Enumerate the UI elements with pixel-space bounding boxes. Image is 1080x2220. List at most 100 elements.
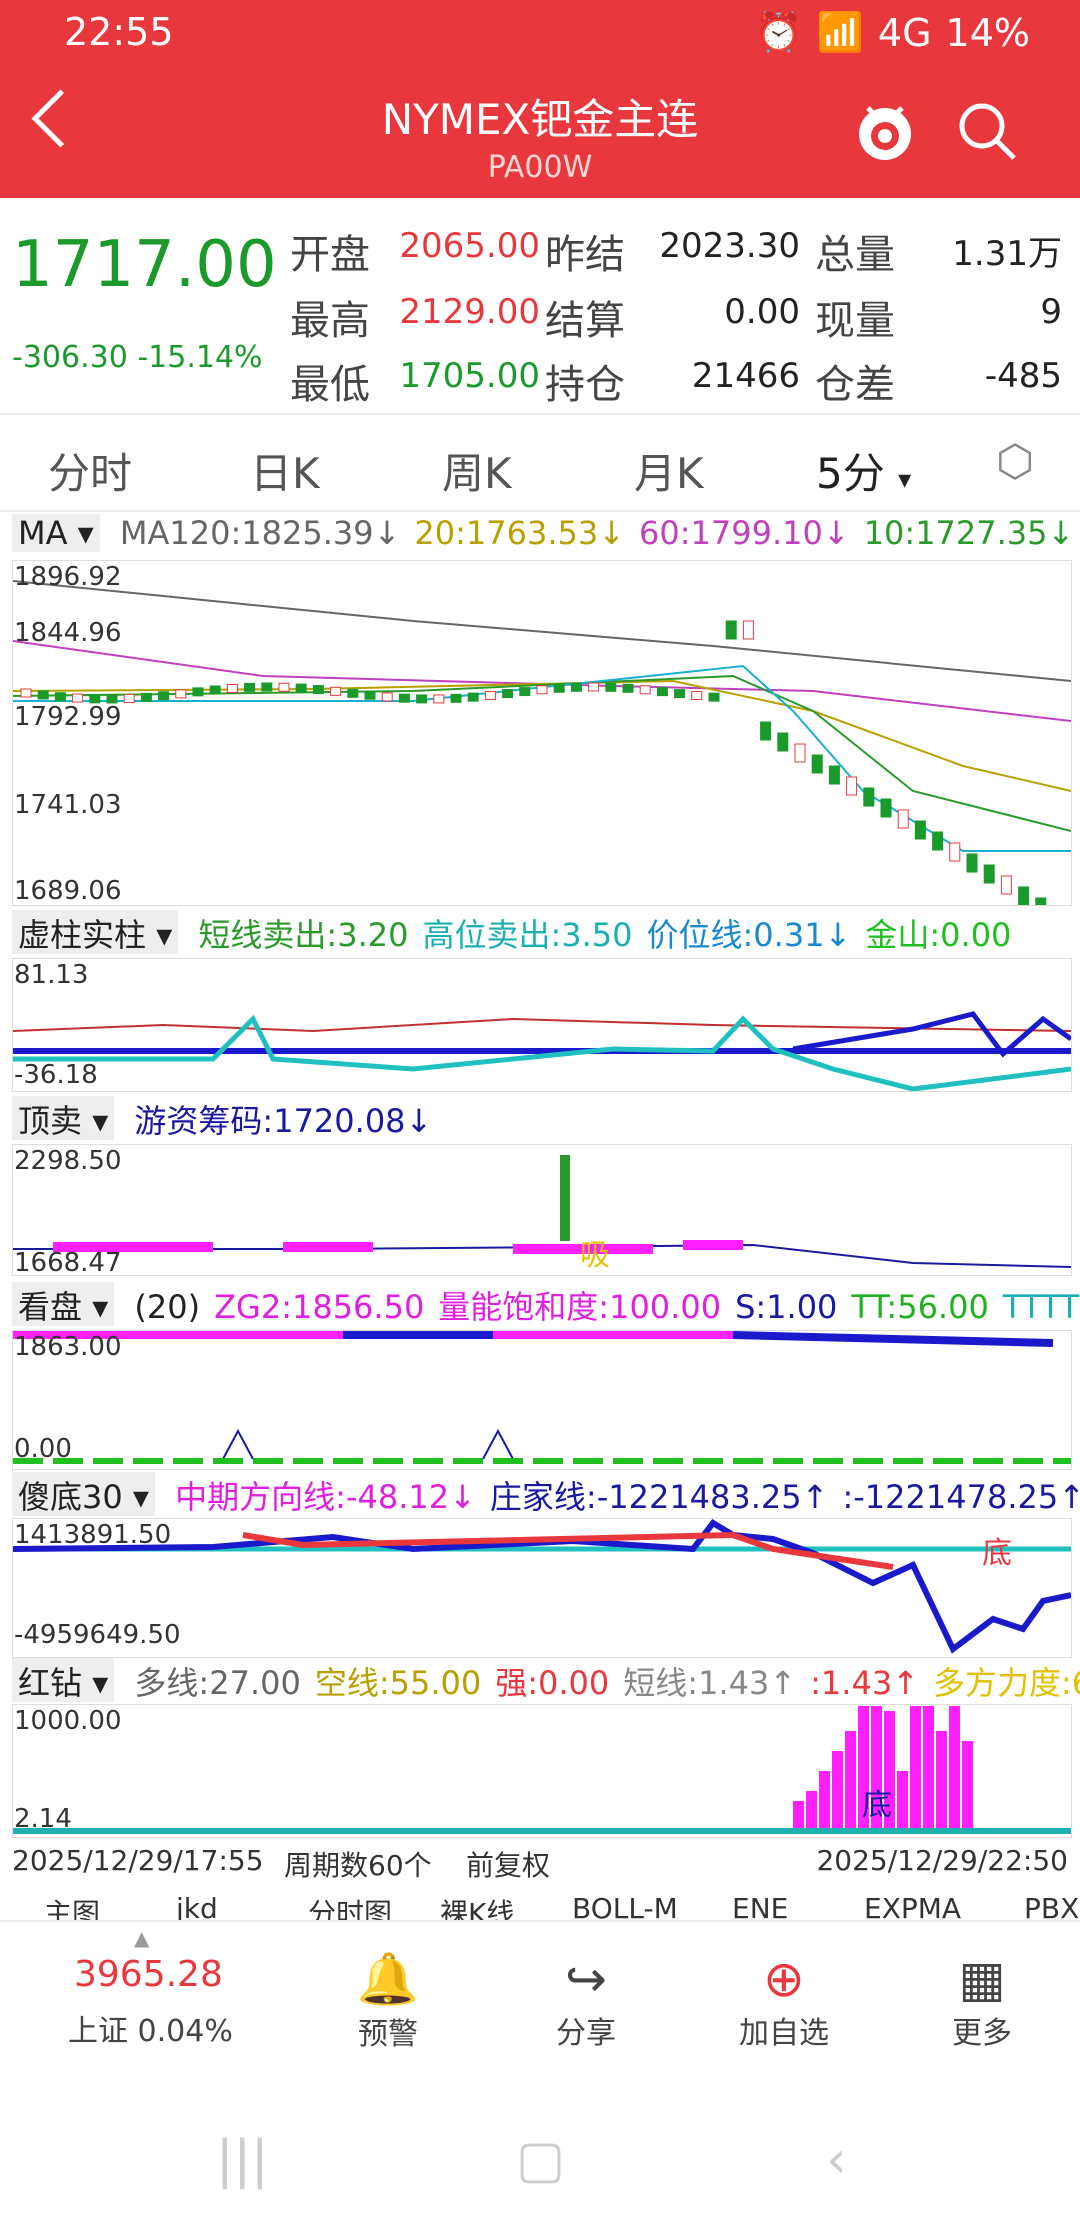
ind2-mark: 吸	[580, 1238, 610, 1273]
settings-icon[interactable]: ⬡	[996, 436, 1034, 487]
ind5-legend: 红钻 ▾ 多线:27.00 空线:55.00 强:0.00 短线:1.43↑:1.43…	[0, 1658, 1080, 1702]
indicator-bar	[936, 1731, 947, 1831]
main-indicator-selector[interactable]: MA ▾	[12, 514, 100, 552]
quote-label: 结算	[545, 298, 625, 344]
study-item[interactable]: ENE	[732, 1892, 788, 1920]
ind4-selector[interactable]: 傻底30 ▾	[12, 1472, 155, 1516]
quote-value: 0.00	[724, 292, 800, 332]
legend-item: 短线卖出:3.20	[198, 916, 409, 954]
ind3-chart[interactable]	[12, 1330, 1072, 1470]
tab-daily[interactable]: 日K	[250, 440, 320, 501]
candle	[502, 689, 514, 699]
adjust-mode[interactable]: 前复权	[466, 1844, 550, 1884]
candle	[553, 683, 565, 693]
ind2-axis-min: 1668.47	[14, 1248, 122, 1278]
quote-label: 现量	[815, 298, 895, 344]
ind4-mark: 底	[982, 1536, 1012, 1571]
share-button[interactable]: ↪ 分享	[516, 1950, 656, 2052]
add-circle-icon: ⊕	[763, 1950, 805, 2008]
candle	[725, 620, 737, 640]
candle	[433, 694, 445, 704]
index-value[interactable]: 3965.28	[74, 1954, 223, 1995]
candle	[811, 754, 823, 774]
alert-button[interactable]: 🔔 预警	[318, 1950, 458, 2053]
more-button[interactable]: ▦ 更多	[912, 1950, 1052, 2052]
main-legend: MA ▾ MA120:1825.39↓ 20:1763.53↓ 60:1799.10…	[0, 514, 1080, 558]
tab-weekly[interactable]: 周K	[442, 440, 512, 501]
ind2-chart[interactable]	[12, 1144, 1072, 1276]
ind3-selector[interactable]: 看盘 ▾	[12, 1282, 115, 1326]
mascot-icon[interactable]	[850, 96, 920, 166]
ind2-selector[interactable]: 顶卖 ▾	[12, 1096, 115, 1140]
indicator-bar	[845, 1731, 856, 1831]
study-item[interactable]: EXPMA	[864, 1892, 961, 1920]
candle	[175, 689, 187, 699]
indicator-bar	[923, 1706, 934, 1831]
candle	[674, 689, 686, 699]
tab-intraday[interactable]: 分时	[48, 440, 132, 501]
main-axis-max: 1896.92	[14, 562, 122, 592]
candle	[20, 688, 32, 698]
legend-item: 空线:55.00	[314, 1664, 482, 1702]
study-item[interactable]: BOLL-M	[572, 1892, 678, 1920]
quote-value: 1.31万	[952, 234, 1062, 274]
candle	[1000, 875, 1012, 895]
legend-item: 10:1727.35↓	[863, 514, 1075, 552]
candle	[863, 787, 875, 807]
ind1-chart[interactable]	[12, 958, 1073, 1092]
add-watchlist-button[interactable]: ⊕ 加自选	[714, 1950, 854, 2052]
quote-label: 最高	[290, 298, 370, 344]
candle	[209, 685, 221, 695]
ind3-axis-min: 0.00	[14, 1434, 72, 1464]
study-item[interactable]: PBX	[1024, 1892, 1079, 1920]
price-change: -306.30 -15.14%	[12, 340, 263, 375]
candle	[914, 820, 926, 840]
quote-label: 开盘	[290, 232, 370, 278]
search-icon[interactable]	[952, 96, 1022, 166]
study-item[interactable]: jkd	[176, 1892, 218, 1920]
legend-item: 多线:27.00	[134, 1664, 301, 1702]
study-item[interactable]: 分时图	[308, 1892, 392, 1920]
indicator-bar	[897, 1771, 908, 1831]
tab-5min[interactable]: 5分 ▾	[816, 440, 911, 501]
signal-icon: 📶	[816, 10, 864, 54]
legend-item: 中期方向线:-48.12↓	[175, 1478, 476, 1516]
tab-monthly[interactable]: 月K	[634, 440, 704, 501]
candle	[364, 690, 376, 700]
main-axis-4: 1741.03	[14, 790, 122, 820]
main-axis-2: 1844.96	[14, 618, 122, 648]
candle	[398, 693, 410, 703]
back-nav-icon[interactable]: ‹	[826, 2130, 847, 2190]
study-item[interactable]: 主图	[44, 1892, 100, 1920]
legend-item: (20)	[134, 1288, 201, 1326]
legend-item: TTTT	[1002, 1288, 1080, 1326]
kline-chart[interactable]	[12, 560, 1072, 917]
candle	[777, 732, 789, 752]
candle	[416, 694, 428, 704]
ind3-legend: 看盘 ▾ (20) ZG2:1856.50 量能饱和度:100.00 S:1.00 TT…	[0, 1282, 1080, 1326]
chevron-up-icon[interactable]: ▲	[134, 1926, 149, 1950]
quote-label: 昨结	[545, 232, 625, 278]
header-bar: 22:55 ⏰ 📶 4G 14% NYMEX钯金主连 PA00W	[0, 0, 1080, 198]
legend-item: 高位卖出:3.50	[422, 916, 633, 954]
quote-value: 2023.30	[659, 226, 800, 266]
network-label: 4G	[877, 10, 932, 55]
ind5-chart[interactable]	[12, 1704, 1072, 1838]
quote-value: 9	[1040, 292, 1062, 332]
end-time: 2025/12/29/22:50	[816, 1844, 1068, 1877]
legend-item: 短线:1.43↑	[623, 1664, 797, 1702]
candle	[828, 765, 840, 785]
candle	[312, 685, 324, 695]
ind1-selector[interactable]: 虚柱实柱 ▾	[12, 910, 179, 954]
candle	[639, 685, 651, 695]
legend-item: 庄家线:-1221483.25↑	[489, 1478, 829, 1516]
recent-apps-icon[interactable]: |||	[216, 2130, 269, 2190]
legend-item: :-1221478.25↑	[842, 1478, 1080, 1516]
period-tabs	[0, 430, 1080, 512]
candle	[760, 721, 772, 741]
study-item[interactable]: 裸K线	[440, 1892, 514, 1920]
ind5-selector[interactable]: 红钻 ▾	[12, 1658, 115, 1702]
candle	[570, 682, 582, 692]
ind5-mark: 底	[862, 1788, 892, 1823]
home-icon[interactable]: ▢	[516, 2130, 565, 2190]
